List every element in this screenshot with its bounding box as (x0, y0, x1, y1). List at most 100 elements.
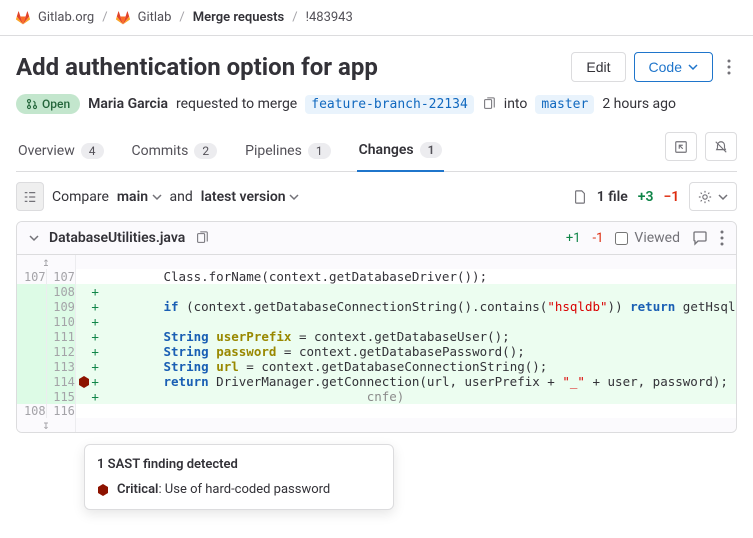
tab-overview[interactable]: Overview 4 (16, 131, 106, 171)
copy-path-icon[interactable] (195, 231, 209, 245)
old-line-number[interactable]: 107 (17, 269, 46, 284)
compare-and: and (170, 189, 193, 205)
new-line-number[interactable]: 114 (46, 374, 75, 389)
gear-icon (698, 190, 712, 204)
old-line-number[interactable] (17, 329, 46, 344)
code-line: cnfe) (103, 389, 735, 404)
expand-button[interactable] (665, 132, 697, 161)
diff-sign: + (87, 329, 103, 344)
breadcrumb-org[interactable]: Gitlab.org (38, 10, 94, 25)
old-line-number[interactable]: 108 (17, 404, 46, 418)
into-label: into (504, 96, 528, 112)
breadcrumb-project[interactable]: Gitlab (138, 10, 172, 25)
bell-slash-icon (714, 140, 728, 154)
marker-col (75, 299, 86, 314)
merge-request-icon (26, 98, 38, 110)
breadcrumb-id[interactable]: !483943 (306, 10, 353, 25)
old-line-number[interactable] (17, 314, 46, 329)
file-additions: +1 (566, 231, 581, 246)
finding-message: : Use of hard-coded password (158, 482, 330, 497)
old-line-number[interactable] (17, 359, 46, 374)
tree-icon (23, 190, 37, 204)
file-name[interactable]: DatabaseUtilities.java (49, 230, 185, 246)
copy-icon[interactable] (482, 97, 496, 111)
source-branch[interactable]: feature-branch-22134 (305, 95, 474, 114)
breadcrumb-section[interactable]: Merge requests (193, 10, 284, 25)
chevron-down-icon[interactable] (29, 233, 39, 243)
target-branch[interactable]: master (535, 95, 594, 114)
notifications-off-button[interactable] (705, 132, 737, 161)
merge-meta: Open Maria Garcia requested to merge fea… (16, 94, 737, 114)
old-line-number[interactable] (17, 284, 46, 299)
new-line-number[interactable]: 109 (46, 299, 75, 314)
compare-bar: Compare main and latest version 1 file +… (16, 172, 737, 221)
viewed-checkbox-input[interactable] (615, 232, 628, 245)
old-line-number[interactable] (17, 374, 46, 389)
gitlab-icon (16, 11, 30, 25)
new-line-number[interactable]: 116 (46, 404, 75, 418)
new-line-number[interactable]: 111 (46, 329, 75, 344)
diff-row: 107107 Class.forName(context.getDatabase… (17, 269, 736, 284)
new-line-number[interactable]: 110 (46, 314, 75, 329)
diff-row: 113+ String url = context.getDatabaseCon… (17, 359, 736, 374)
diff-settings-button[interactable] (689, 182, 737, 211)
chevron-down-icon (152, 192, 162, 202)
popover-finding[interactable]: Critical: Use of hard-coded password (97, 482, 381, 497)
sast-popover: 1 SAST finding detected Critical: Use of… (84, 444, 394, 510)
title-row: Add authentication option for app Edit C… (16, 52, 737, 82)
viewed-checkbox[interactable]: Viewed (615, 230, 680, 246)
merge-time: 2 hours ago (602, 96, 676, 112)
code-line: String password = context.getDatabasePas… (103, 344, 735, 359)
sast-marker-icon[interactable] (78, 376, 90, 388)
marker-col (75, 359, 86, 374)
author-name[interactable]: Maria Garcia (88, 96, 168, 112)
tab-label: Overview (18, 143, 75, 159)
diff-file: DatabaseUtilities.java +1 -1 Viewed ↥107… (16, 221, 737, 433)
marker-col (75, 284, 86, 299)
edit-button[interactable]: Edit (571, 52, 625, 82)
new-line-number[interactable]: 115 (46, 389, 75, 404)
new-line-number[interactable]: 113 (46, 359, 75, 374)
expand-down-button[interactable]: ↧ (17, 418, 75, 432)
new-line-number[interactable]: 108 (46, 284, 75, 299)
marker-col (75, 269, 86, 284)
old-line-number[interactable] (17, 299, 46, 314)
breadcrumb-separator: / (292, 10, 297, 25)
breadcrumb-separator: / (102, 10, 107, 25)
comment-icon[interactable] (692, 230, 708, 246)
chevron-down-icon (688, 62, 698, 72)
compare-base-dropdown[interactable]: main (117, 189, 162, 205)
code-line (103, 404, 735, 418)
diff-sign: + (87, 359, 103, 374)
hexagon-critical-icon (97, 484, 109, 496)
severity-label: Critical (117, 482, 158, 497)
merge-verb: requested to merge (176, 96, 297, 112)
new-line-number[interactable]: 107 (46, 269, 75, 284)
file-count: 1 file (597, 189, 628, 205)
old-line-number[interactable] (17, 344, 46, 359)
compare-target-dropdown[interactable]: latest version (201, 189, 299, 205)
code-line (103, 284, 735, 299)
diff-sign: + (87, 314, 103, 329)
new-line-number[interactable]: 112 (46, 344, 75, 359)
expand-up-button[interactable]: ↥ (17, 255, 75, 269)
diff-sign (87, 269, 103, 284)
chevron-down-icon (718, 192, 728, 202)
marker-col (75, 404, 86, 418)
file-tree-toggle[interactable] (16, 182, 44, 211)
diff-row: 109+ if (context.getDatabaseConnectionSt… (17, 299, 736, 314)
code-line (103, 314, 735, 329)
overflow-menu-button[interactable] (721, 53, 737, 81)
popover-title: 1 SAST finding detected (97, 457, 381, 472)
tab-changes[interactable]: Changes 1 (357, 130, 445, 172)
old-line-number[interactable] (17, 389, 46, 404)
tab-count: 1 (420, 142, 443, 158)
diff-row: 108116 (17, 404, 736, 418)
code-button[interactable]: Code (634, 52, 713, 82)
tab-commits[interactable]: Commits 2 (130, 131, 220, 171)
code-line: String userPrefix = context.getDatabaseU… (103, 329, 735, 344)
marker-col (75, 374, 86, 389)
kebab-icon[interactable] (720, 230, 724, 246)
tab-pipelines[interactable]: Pipelines 1 (243, 131, 332, 171)
tab-count: 1 (308, 143, 331, 159)
